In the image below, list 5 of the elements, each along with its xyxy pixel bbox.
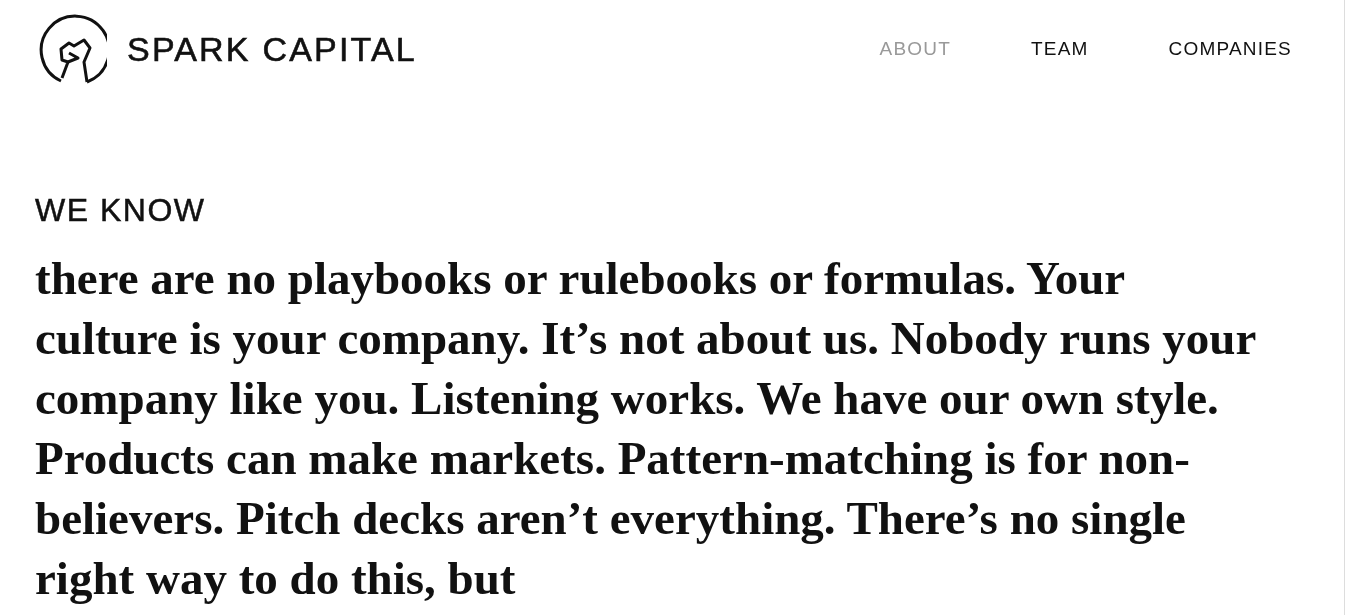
nav-link[interactable]: TEAM — [1031, 38, 1089, 60]
nav-link[interactable]: COMPANIES — [1168, 38, 1292, 60]
body-paragraph: there are no playbooks or rulebooks or formulas. Your culture is your company. It’s not about us. Nobody runs your company like you. Listening works. We have our own style. Products can make markets. Pattern-matching is for non-believers. Pitch decks aren’t everything. There’s no single right way to do this, but — [35, 251, 1257, 606]
section-heading: WE KNOW — [35, 191, 207, 230]
logo-link[interactable]: SPARK CAPITAL — [35, 13, 417, 85]
